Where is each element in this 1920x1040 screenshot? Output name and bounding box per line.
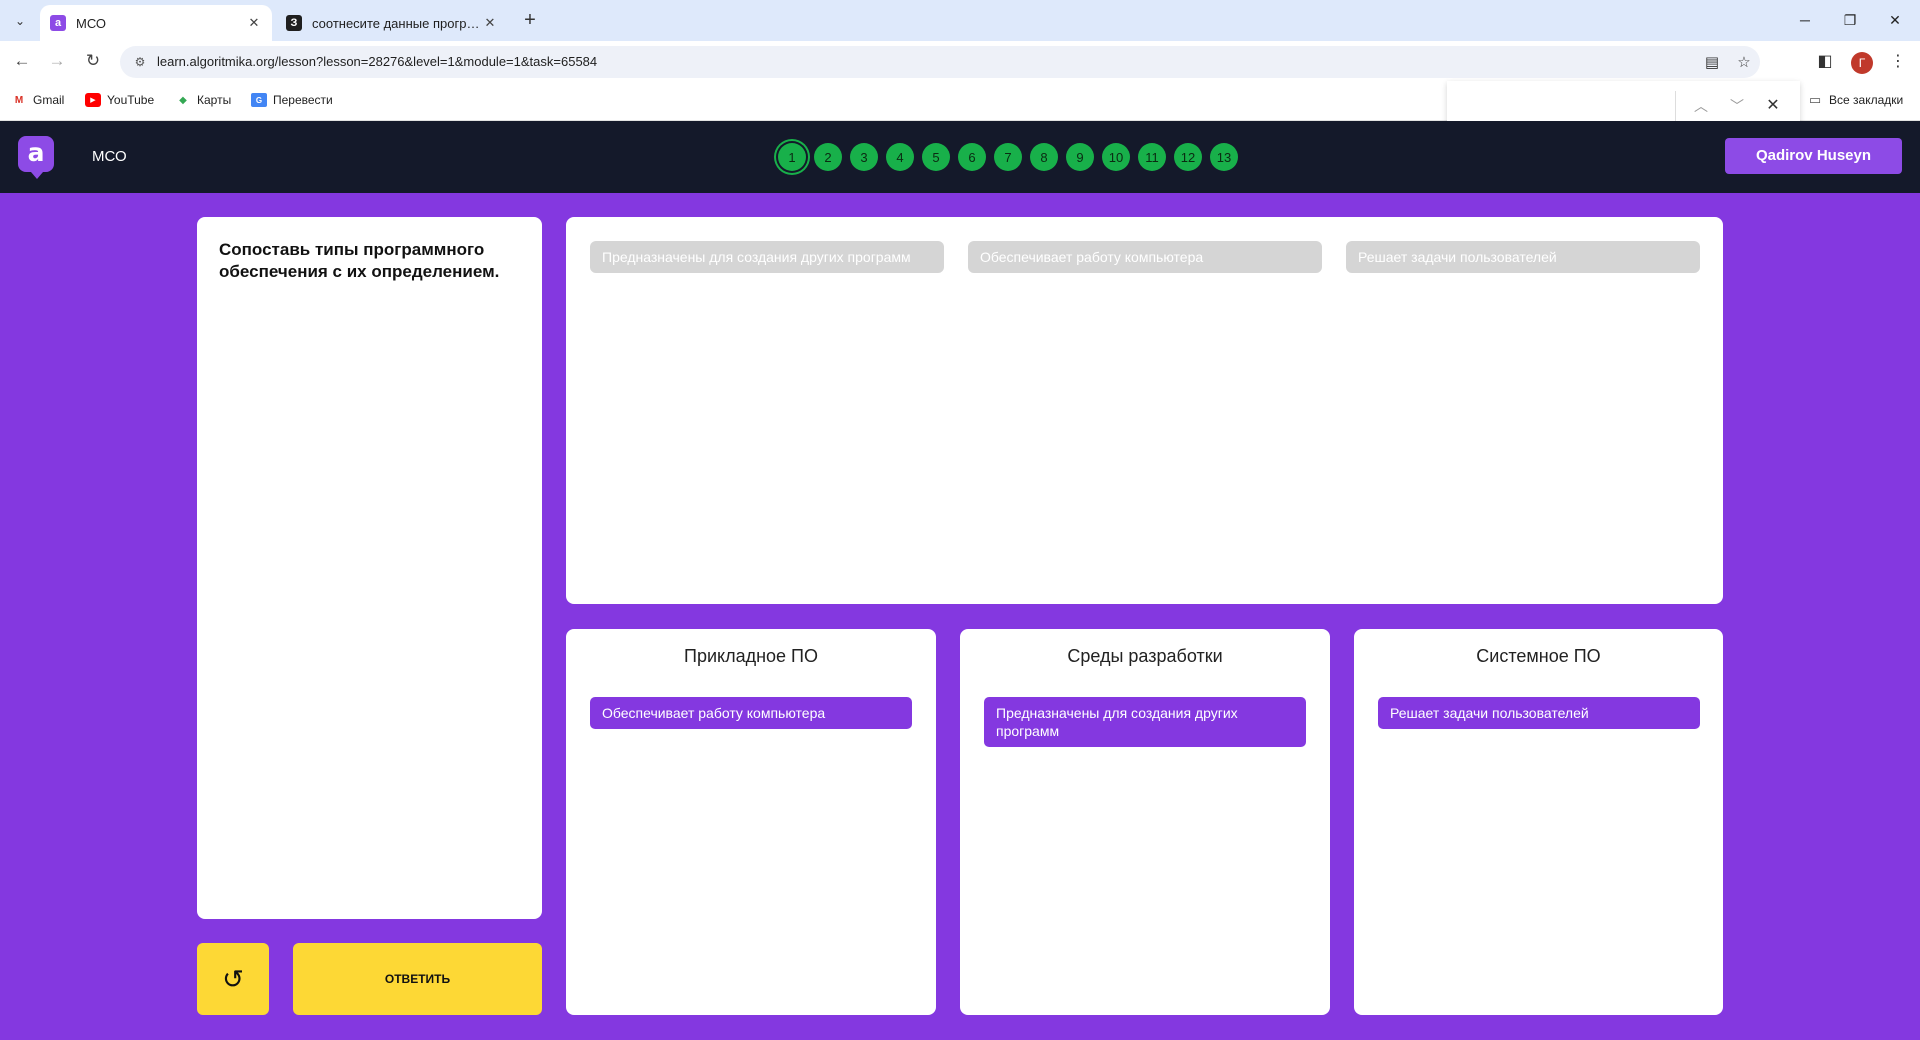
step-12[interactable]: 12 <box>1174 143 1202 171</box>
source-items-area: Предназначены для создания других програ… <box>566 217 1723 604</box>
source-item-placeholder: Решает задачи пользователей <box>1346 241 1700 273</box>
back-icon[interactable]: ← <box>8 48 36 74</box>
bookmark-youtube[interactable]: ▶ YouTube <box>85 93 154 107</box>
bookmark-star-icon[interactable]: ☆ <box>1734 53 1754 73</box>
address-bar[interactable]: ⚙ learn.algoritmika.org/lesson?lesson=28… <box>120 46 1760 78</box>
source-item-placeholder: Обеспечивает работу компьютера <box>968 241 1322 273</box>
matched-item[interactable]: Обеспечивает работу компьютера <box>590 697 912 729</box>
reload-icon[interactable]: ↻ <box>79 48 107 74</box>
step-4[interactable]: 4 <box>886 143 914 171</box>
close-icon[interactable]: ✕ <box>482 15 498 31</box>
bookmark-label: Карты <box>197 93 232 107</box>
tab-title: соотнесите данные программ <box>312 15 482 31</box>
page-translate-icon[interactable]: ▤ <box>1702 53 1722 73</box>
drop-zone-applied[interactable]: Прикладное ПО Обеспечивает работу компью… <box>566 629 936 1015</box>
matched-item[interactable]: Решает задачи пользователей <box>1378 697 1700 729</box>
youtube-icon: ▶ <box>85 93 101 107</box>
step-10[interactable]: 10 <box>1102 143 1130 171</box>
step-13[interactable]: 13 <box>1210 143 1238 171</box>
zone-title: Прикладное ПО <box>684 646 818 666</box>
url-text[interactable]: learn.algoritmika.org/lesson?lesson=2827… <box>157 54 597 69</box>
znanija-icon: З <box>286 15 302 31</box>
new-tab-button[interactable]: + <box>518 8 542 32</box>
window-close-icon[interactable]: ✕ <box>1880 8 1910 32</box>
zone-title: Системное ПО <box>1476 646 1601 666</box>
step-6[interactable]: 6 <box>958 143 986 171</box>
bookmark-label: YouTube <box>107 93 155 107</box>
bookmark-maps[interactable]: ◆ Карты <box>175 93 231 107</box>
step-8[interactable]: 8 <box>1030 143 1058 171</box>
app-header: a МСО 1 2 3 4 5 6 7 8 9 10 11 12 13 Qadi… <box>0 121 1920 193</box>
user-profile-button[interactable]: Qadirov Huseyn <box>1725 138 1902 174</box>
lesson-title: МСО <box>92 148 127 165</box>
tab-znanija[interactable]: З соотнесите данные программ ✕ <box>276 5 508 41</box>
find-divider <box>1675 91 1676 121</box>
bookmark-translate[interactable]: G Перевести <box>251 93 333 107</box>
find-input[interactable] <box>1457 91 1707 121</box>
bookmark-label: Перевести <box>273 93 333 107</box>
maps-icon: ◆ <box>179 94 187 106</box>
tab-mco[interactable]: a МСО ✕ <box>40 5 272 41</box>
question-panel: Сопоставь типы программного обеспечения … <box>197 217 542 919</box>
browser-tab-bar: ⌄ a МСО ✕ З соотнесите данные программ ✕… <box>0 0 1920 41</box>
restore-icon[interactable]: ❐ <box>1835 8 1865 32</box>
side-panel-icon[interactable]: ◧ <box>1813 50 1837 74</box>
forward-icon[interactable]: → <box>43 48 71 74</box>
answer-button[interactable]: ОТВЕТИТЬ <box>293 943 542 1015</box>
step-2[interactable]: 2 <box>814 143 842 171</box>
browser-toolbar: ← → ↻ ⚙ learn.algoritmika.org/lesson?les… <box>0 41 1920 81</box>
minimize-icon[interactable]: ─ <box>1790 8 1820 32</box>
site-info-icon[interactable]: ⚙ <box>132 54 148 70</box>
close-icon[interactable]: ✕ <box>1761 94 1785 118</box>
step-5[interactable]: 5 <box>922 143 950 171</box>
question-text: Сопоставь типы программного обеспечения … <box>219 240 500 281</box>
tab-search-icon[interactable]: ⌄ <box>8 9 32 33</box>
step-11[interactable]: 11 <box>1138 143 1166 171</box>
tab-title: МСО <box>76 15 107 31</box>
undo-icon: ↺ <box>222 963 244 994</box>
source-item-placeholder: Предназначены для создания других програ… <box>590 241 944 273</box>
task-steps: 1 2 3 4 5 6 7 8 9 10 11 12 13 <box>778 143 1246 171</box>
matched-item[interactable]: Предназначены для создания других програ… <box>984 697 1306 747</box>
all-bookmarks[interactable]: ▭ Все закладки <box>1807 92 1904 107</box>
gmail-icon: M <box>14 94 24 106</box>
drop-zone-dev-env[interactable]: Среды разработки Предназначены для созда… <box>960 629 1330 1015</box>
step-9[interactable]: 9 <box>1066 143 1094 171</box>
menu-kebab-icon[interactable]: ⋮ <box>1886 50 1910 74</box>
zone-title: Среды разработки <box>1067 646 1223 666</box>
bookmark-label: Gmail <box>33 93 65 107</box>
algoritmika-icon: a <box>50 15 66 31</box>
bookmark-gmail[interactable]: M Gmail <box>11 93 65 107</box>
profile-avatar[interactable]: Г <box>1851 52 1873 74</box>
algoritmika-logo[interactable]: a <box>18 136 54 179</box>
chevron-down-icon[interactable]: ﹀ <box>1725 94 1749 118</box>
drop-zone-system[interactable]: Системное ПО Решает задачи пользователей <box>1354 629 1723 1015</box>
chevron-up-icon[interactable]: ︿ <box>1689 94 1713 118</box>
close-icon[interactable]: ✕ <box>246 15 262 31</box>
step-1[interactable]: 1 <box>778 143 806 171</box>
step-3[interactable]: 3 <box>850 143 878 171</box>
translate-icon: G <box>251 93 267 107</box>
step-7[interactable]: 7 <box>994 143 1022 171</box>
bookmark-label: Все закладки <box>1829 93 1904 107</box>
folder-icon: ▭ <box>1808 92 1822 107</box>
reset-button[interactable]: ↺ <box>197 943 269 1015</box>
